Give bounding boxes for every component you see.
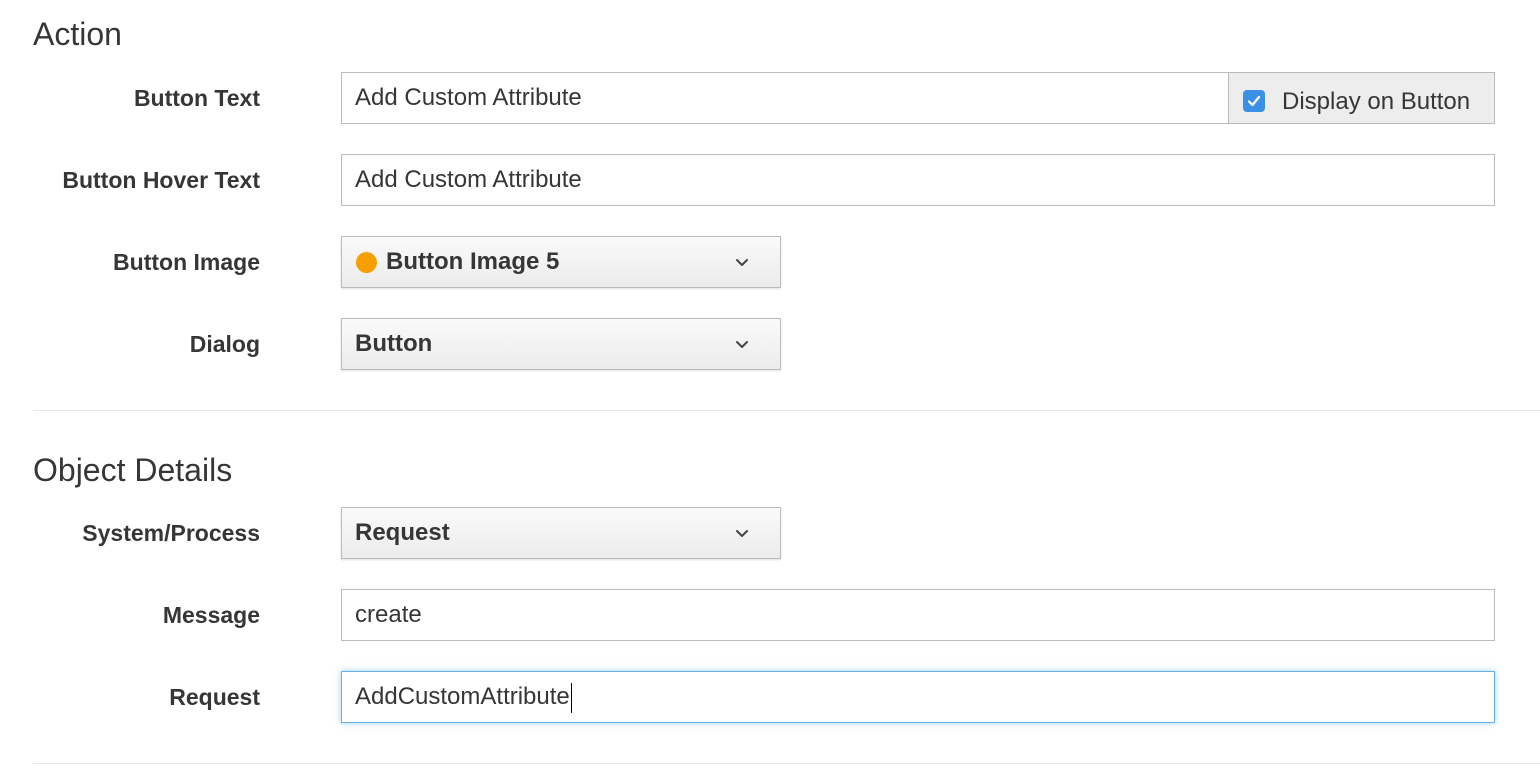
dialog-select[interactable]: Button [341, 318, 781, 370]
display-on-button-checkbox[interactable] [1243, 90, 1265, 112]
system-process-label: System/Process [82, 520, 260, 546]
section-divider-bottom [33, 763, 1540, 764]
check-icon [1247, 95, 1261, 107]
display-on-button-label: Display on Button [1282, 88, 1471, 115]
message-input[interactable]: create [341, 589, 1495, 641]
system-process-select[interactable]: Request [341, 507, 781, 559]
button-image-label: Button Image [113, 249, 260, 275]
display-on-button-toggle[interactable]: Display on Button [1228, 72, 1495, 124]
section-title-object-details: Object Details [33, 452, 233, 488]
button-text-row: Button Text Add Custom Attribute Display… [0, 72, 1540, 124]
button-text-label: Button Text [133, 85, 260, 111]
text-cursor [570, 682, 573, 713]
request-label: Request [169, 684, 260, 710]
button-image-select[interactable]: Button Image 5 [341, 236, 781, 288]
dialog-row: Dialog Button [0, 318, 1540, 370]
button-hover-text-input[interactable]: Add Custom Attribute [341, 154, 1495, 206]
button-image-selected-value: Button Image 5 [386, 248, 560, 275]
system-process-row: System/Process Request [0, 507, 1540, 559]
button-image-swatch-icon [356, 252, 377, 273]
button-text-input[interactable]: Add Custom Attribute [341, 72, 1229, 124]
dialog-label: Dialog [189, 331, 260, 357]
section-divider [33, 410, 1540, 411]
message-row: Message create [0, 589, 1540, 641]
dialog-selected-value: Button [355, 330, 433, 357]
button-hover-text-row: Button Hover Text Add Custom Attribute [0, 154, 1540, 206]
chevron-down-icon [736, 530, 748, 537]
button-image-row: Button Image Button Image 5 [0, 236, 1540, 288]
request-row: Request AddCustomAttribute [0, 671, 1540, 723]
button-hover-text-label: Button Hover Text [62, 167, 260, 193]
system-process-selected-value: Request [355, 519, 450, 546]
request-input-value: AddCustomAttribute [355, 683, 570, 710]
chevron-down-icon [736, 259, 748, 266]
chevron-down-icon [736, 341, 748, 348]
request-input[interactable]: AddCustomAttribute [341, 671, 1495, 723]
message-label: Message [162, 602, 260, 628]
section-title-action: Action [33, 16, 122, 52]
